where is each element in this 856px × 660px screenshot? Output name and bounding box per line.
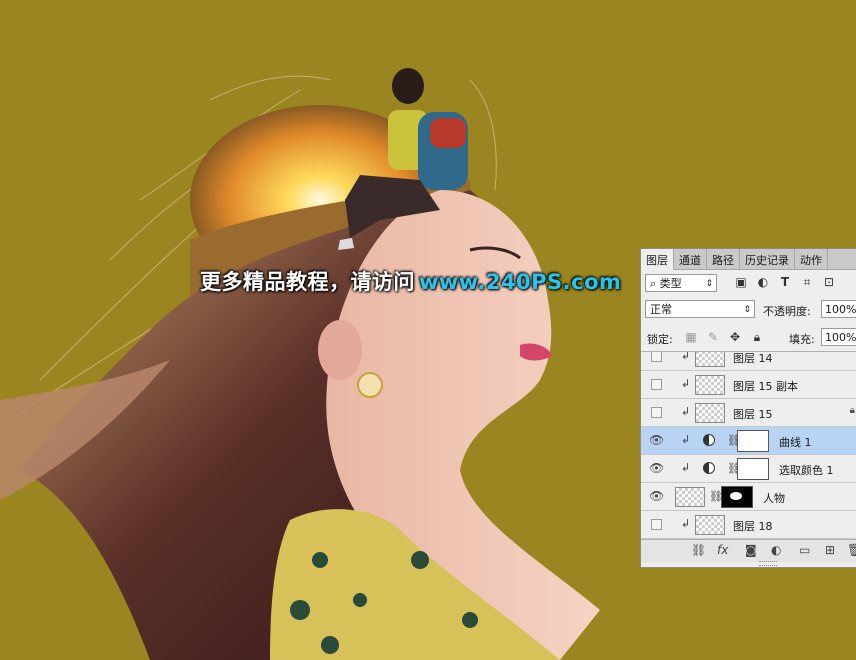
search-icon: ⌕: [650, 277, 657, 290]
add-mask-icon[interactable]: ◙: [745, 543, 757, 557]
curves-adjustment-icon: [703, 434, 715, 446]
new-adjustment-icon[interactable]: ◐: [771, 543, 781, 557]
blend-mode-select[interactable]: 正常 ⇕: [645, 300, 755, 318]
delete-layer-icon[interactable]: 🗑︎: [847, 543, 856, 557]
tab-layers[interactable]: 图层: [641, 249, 674, 270]
updown-arrow-icon: ⇕: [743, 305, 751, 315]
lock-label: 锁定:: [647, 333, 673, 346]
layer-row[interactable]: 👁︎ ↲ ⛓︎ 选取颜色 1: [641, 455, 856, 483]
watermark-message: 更多精品教程，请访问: [200, 270, 415, 294]
visibility-toggle[interactable]: [651, 379, 662, 390]
link-layers-icon[interactable]: ⛓︎: [691, 543, 706, 557]
visibility-toggle[interactable]: [651, 352, 662, 362]
clip-arrow-icon: ↲: [681, 517, 691, 530]
layer-thumbnail: [695, 352, 725, 367]
lock-move-icon[interactable]: ✥: [727, 329, 743, 345]
eye-icon[interactable]: 👁︎: [649, 489, 664, 503]
adjustment-filter-icon[interactable]: ◐: [755, 274, 771, 290]
panel-footer: ⛓︎ fx ◙ ◐ ▭ ⊞ 🗑︎: [641, 539, 856, 562]
layer-mask-thumbnail[interactable]: [721, 486, 753, 508]
filter-row: ⌕ 类型 ⇕ ▣ ◐ T ⌗ ⊡: [641, 271, 856, 295]
opacity-label: 不透明度:: [763, 305, 811, 318]
lock-all-icon[interactable]: 🔒︎: [749, 329, 765, 345]
resize-grip[interactable]: [759, 561, 777, 566]
fill-label: 填充:: [789, 333, 815, 346]
layer-name: 图层 18: [733, 520, 773, 533]
clip-arrow-icon: ↲: [681, 377, 691, 390]
watermark-text: 更多精品教程，请访问 www.240PS.com: [200, 266, 621, 296]
layer-name: 曲线 1: [779, 436, 812, 449]
layer-row[interactable]: 👁︎ ↲ ⛓︎ 曲线 1: [641, 427, 856, 455]
image-filter-icon[interactable]: ▣: [733, 274, 749, 290]
smart-object-thumbnail: [675, 487, 705, 507]
layer-row[interactable]: 👁︎ ⛓︎ 人物: [641, 483, 856, 511]
layer-thumbnail: [695, 515, 725, 535]
blend-mode-value: 正常: [650, 303, 672, 316]
new-group-icon[interactable]: ▭: [799, 543, 810, 557]
layer-name: 图层 14: [733, 352, 773, 365]
layer-mask-thumbnail[interactable]: [737, 458, 769, 480]
visibility-toggle[interactable]: [651, 407, 662, 418]
lock-transparent-icon[interactable]: ▦: [683, 329, 699, 345]
layer-name: 图层 15: [733, 408, 773, 421]
clip-arrow-icon: ↲: [681, 405, 691, 418]
layer-filter-value: 类型: [659, 277, 682, 290]
watermark-url: www.240PS.com: [419, 270, 622, 294]
fill-input[interactable]: 100%: [821, 328, 856, 346]
fx-icon[interactable]: fx: [717, 543, 728, 557]
tab-paths[interactable]: 路径: [707, 249, 740, 269]
layer-thumbnail: [695, 403, 725, 423]
layers-panel: 图层 通道 路径 历史记录 动作 ⌕ 类型 ⇕ ▣ ◐ T ⌗ ⊡ 正常 ⇕ 不…: [640, 248, 856, 568]
lock-brush-icon[interactable]: ✎: [705, 329, 721, 345]
lock-icon: 🔒︎: [849, 405, 855, 416]
layer-thumbnail: [695, 375, 725, 395]
clip-arrow-icon: ↲: [681, 351, 691, 362]
visibility-toggle[interactable]: [651, 519, 662, 530]
selective-color-adjustment-icon: [703, 462, 715, 474]
lock-row: 锁定: ▦ ✎ ✥ 🔒︎ 填充: 100%: [641, 327, 856, 349]
smart-object-filter-icon[interactable]: ⊡: [821, 274, 837, 290]
layer-row[interactable]: ↲ 图层 15 副本: [641, 371, 856, 399]
tab-channels[interactable]: 通道: [674, 249, 707, 269]
layer-row[interactable]: ↲ 图层 15 🔒︎: [641, 399, 856, 427]
panel-tabs: 图层 通道 路径 历史记录 动作: [641, 249, 856, 270]
blend-row: 正常 ⇕ 不透明度: 100%: [641, 299, 856, 321]
layers-list: ↲ 图层 14 ↲ 图层 15 副本 ↲ 图层 15 🔒︎ 👁︎ ↲ ⛓︎ 曲线…: [641, 351, 856, 540]
updown-arrow-icon: ⇕: [705, 279, 713, 289]
opacity-input[interactable]: 100%: [821, 300, 856, 318]
layer-name: 图层 15 副本: [733, 380, 798, 393]
layer-mask-thumbnail[interactable]: [737, 430, 769, 452]
layer-row[interactable]: ↲ 图层 18: [641, 511, 856, 539]
tab-actions[interactable]: 动作: [795, 249, 828, 269]
type-filter-icon[interactable]: T: [777, 274, 793, 290]
layer-name: 人物: [763, 492, 785, 505]
layer-filter-select[interactable]: ⌕ 类型 ⇕: [645, 274, 717, 292]
clip-arrow-icon: ↲: [681, 461, 691, 474]
tab-history[interactable]: 历史记录: [740, 249, 795, 269]
shape-filter-icon[interactable]: ⌗: [799, 274, 815, 290]
layer-row[interactable]: ↲ 图层 14: [641, 351, 856, 371]
layer-name: 选取颜色 1: [779, 464, 834, 477]
clip-arrow-icon: ↲: [681, 433, 691, 446]
new-layer-icon[interactable]: ⊞: [825, 543, 835, 557]
eye-icon[interactable]: 👁︎: [649, 433, 664, 447]
eye-icon[interactable]: 👁︎: [649, 461, 664, 475]
